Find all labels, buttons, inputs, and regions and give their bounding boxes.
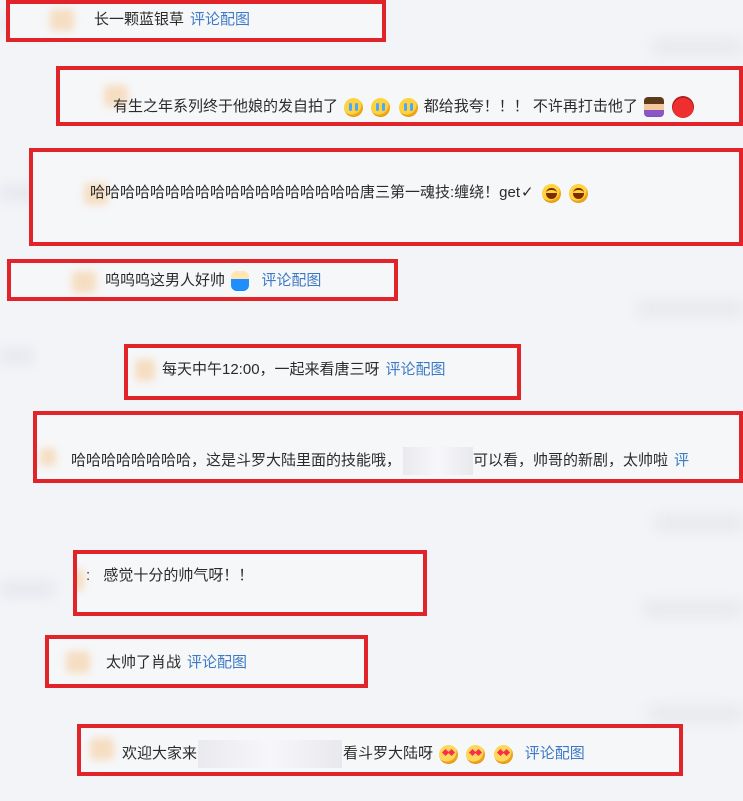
blurred-background-right [653,38,743,56]
red-highlight-box [6,0,386,42]
red-highlight-box [77,724,683,776]
blurred-background-right [643,600,743,618]
red-highlight-box [33,411,743,483]
red-highlight-box [45,635,368,688]
blurred-background-right [638,300,743,318]
red-highlight-box [29,148,743,246]
red-highlight-box [56,66,743,126]
blurred-background-left [0,347,34,365]
blurred-background-right [655,514,743,532]
blurred-background-right [649,705,743,723]
red-highlight-box [124,344,521,400]
blurred-background-left [0,580,55,598]
red-highlight-box [7,259,398,301]
red-highlight-box [73,550,427,616]
